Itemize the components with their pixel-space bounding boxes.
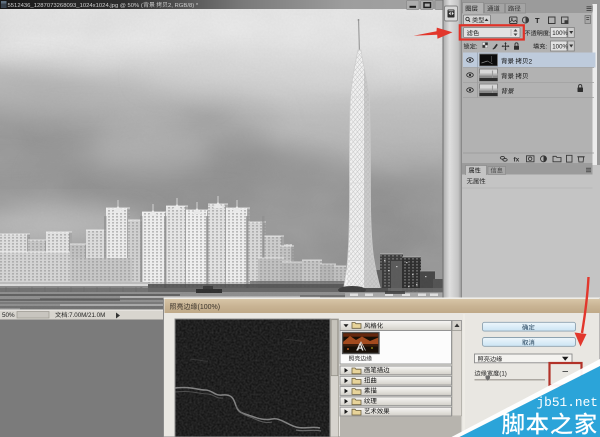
svg-text:5512436_1287073268093_1024x102: 5512436_1287073268093_1024x1024.jpg @ 50… — [8, 3, 143, 9]
svg-text::7.00M/21.0M: :7.00M/21.0M — [67, 312, 105, 319]
svg-text:2: 2 — [528, 58, 532, 65]
svg-text::: : — [476, 44, 478, 51]
svg-text:50%: 50% — [2, 312, 15, 319]
svg-text:jb51.net: jb51.net — [537, 395, 598, 410]
svg-text:(1): (1) — [499, 371, 507, 378]
svg-text:100%: 100% — [552, 44, 568, 51]
svg-text:T: T — [535, 16, 540, 25]
svg-text:(100%): (100%) — [198, 304, 221, 311]
svg-text:fx: fx — [514, 157, 520, 164]
svg-text::: : — [545, 44, 547, 51]
svg-text:2, RGB/8) *: 2, RGB/8) * — [168, 3, 199, 9]
svg-text:100%: 100% — [552, 30, 568, 37]
